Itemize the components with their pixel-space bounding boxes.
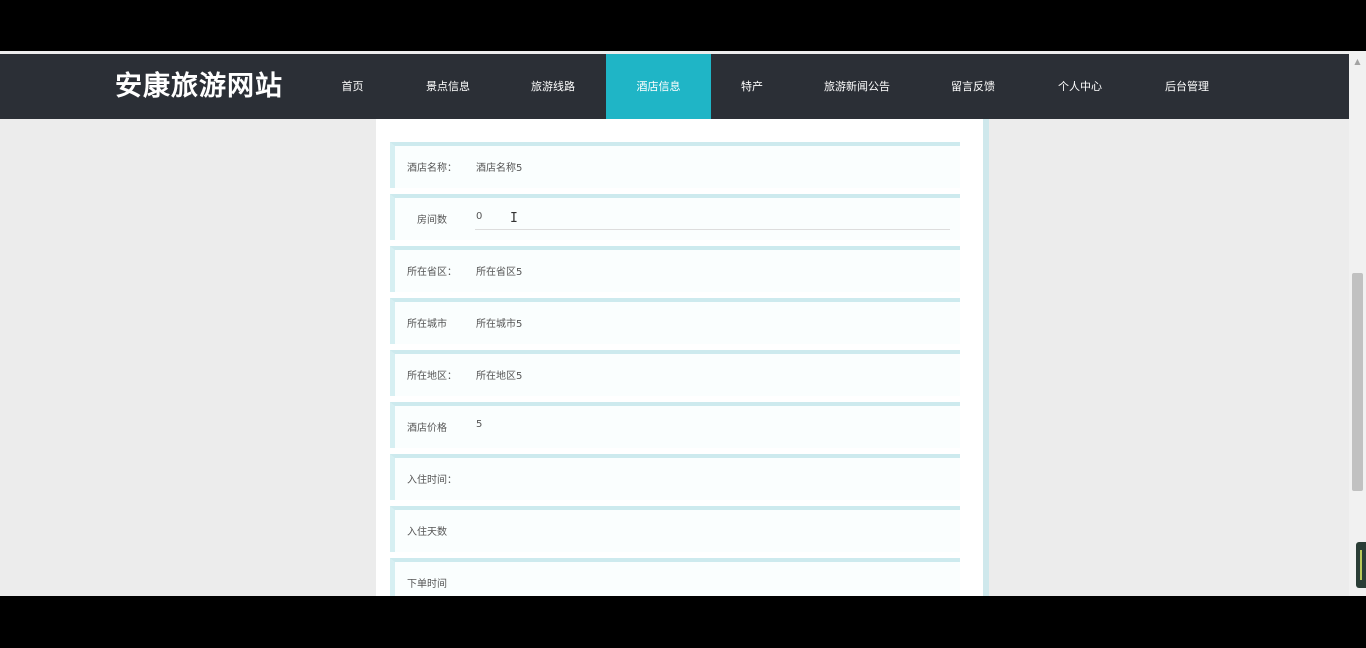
price-label: 酒店价格 [407, 423, 447, 434]
nav-feedback[interactable]: 留言反馈 [938, 54, 1008, 119]
form-row-hotel-name: 酒店名称： 酒店名称5 [390, 142, 960, 188]
nav-routes[interactable]: 旅游线路 [517, 54, 589, 119]
province-value: 所在省区5 [476, 267, 523, 278]
form-row-stay-days: 入住天数 [390, 506, 960, 552]
district-label: 所在地区： [407, 371, 457, 382]
form-row-province: 所在省区： 所在省区5 [390, 246, 960, 292]
room-count-label: 房间数 [417, 215, 447, 226]
scroll-thumb[interactable] [1352, 273, 1363, 491]
hotel-name-label: 酒店名称： [407, 163, 457, 174]
stay-days-label: 入住天数 [407, 527, 447, 538]
form-row-price: 酒店价格 5 [390, 402, 960, 448]
hotel-name-value: 酒店名称5 [476, 163, 523, 174]
form-row-order-time: 下单时间 [390, 558, 960, 596]
nav-attractions[interactable]: 景点信息 [413, 54, 483, 119]
browser-viewport: 安康旅游网站 首页 景点信息 旅游线路 酒店信息 特产 旅游新闻公告 留言反馈 … [0, 51, 1366, 596]
price-value: 5 [476, 419, 483, 430]
nav-specialties[interactable]: 特产 [730, 54, 774, 119]
room-count-underline [475, 229, 950, 230]
scroll-up-icon[interactable]: ▲ [1349, 53, 1366, 70]
order-time-label: 下单时间 [407, 579, 447, 590]
nav-user-center[interactable]: 个人中心 [1045, 54, 1115, 119]
city-label: 所在城市 [407, 319, 447, 330]
form-row-checkin-time: 入住时间： [390, 454, 960, 500]
room-count-input[interactable]: 0 [476, 211, 482, 222]
side-widget-icon[interactable] [1356, 542, 1366, 588]
city-value: 所在城市5 [476, 319, 523, 330]
province-label: 所在省区： [407, 267, 457, 278]
page-scrollbar[interactable]: ▲ [1349, 51, 1366, 596]
text-cursor-icon: I [510, 211, 518, 226]
top-navbar: 安康旅游网站 首页 景点信息 旅游线路 酒店信息 特产 旅游新闻公告 留言反馈 … [0, 54, 1349, 119]
district-value: 所在地区5 [476, 371, 523, 382]
checkin-time-label: 入住时间： [407, 475, 457, 486]
nav-admin[interactable]: 后台管理 [1152, 54, 1222, 119]
nav-hotels[interactable]: 酒店信息 [606, 54, 711, 119]
nav-home[interactable]: 首页 [325, 54, 380, 119]
form-row-city: 所在城市 所在城市5 [390, 298, 960, 344]
nav-news[interactable]: 旅游新闻公告 [810, 54, 904, 119]
hotel-detail-panel: 酒店名称： 酒店名称5 房间数 0 I 所在省区： 所在省区5 所在城市 所在城… [376, 69, 989, 596]
form-row-room-count: 房间数 0 I [390, 194, 960, 240]
site-brand[interactable]: 安康旅游网站 [115, 54, 283, 119]
form-row-district: 所在地区： 所在地区5 [390, 350, 960, 396]
